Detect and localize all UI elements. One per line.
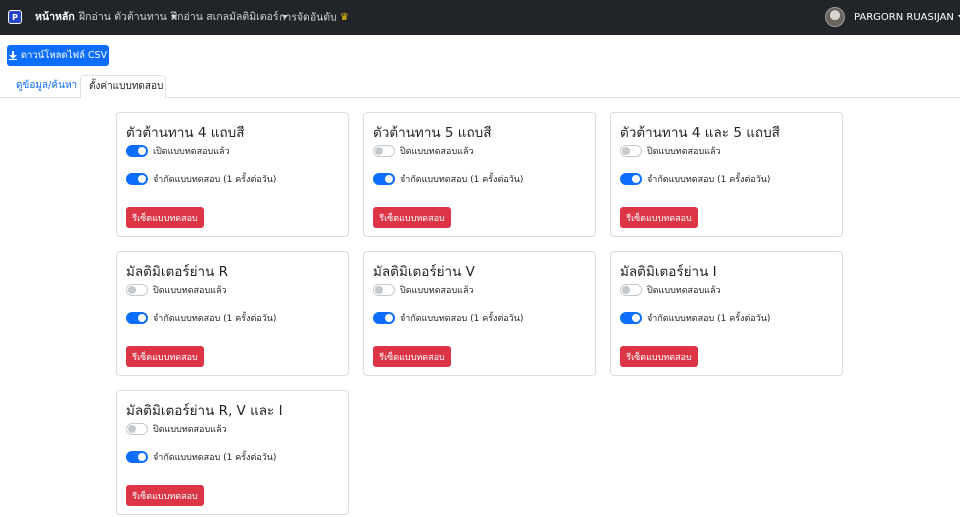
tab-bar: ดูข้อมูล/ค้นหา ตั้งค่าแบบทดสอบ [0, 75, 960, 99]
limit-test-label: จำกัดแบบทดสอบ (1 ครั้งต่อวัน) [153, 175, 277, 185]
enable-test-label: ปิดแบบทดสอบแล้ว [647, 286, 721, 296]
user-name-label: PARGORN RUASIJAN [854, 12, 954, 23]
reset-test-button[interactable]: รีเซ็ตแบบทดสอบ [126, 207, 204, 228]
reset-test-button[interactable]: รีเซ็ตแบบทดสอบ [373, 207, 451, 228]
reset-test-button[interactable]: รีเซ็ตแบบทดสอบ [620, 346, 698, 367]
limit-test-toggle[interactable] [126, 312, 148, 324]
enable-test-row: ปิดแบบทดสอบแล้ว [126, 283, 227, 297]
enable-test-row: ปิดแบบทดสอบแล้ว [373, 283, 474, 297]
nav-home-link[interactable]: หน้าหลัก [35, 0, 75, 35]
nav-multimeter-practice-label: ฝึกอ่าน สเกลมัลติมิเตอร์ [171, 11, 279, 23]
card-title: มัลติมิเตอร์ย่าน I [620, 264, 717, 280]
nav-resistor-practice-menu[interactable]: ฝึกอ่าน ตัวต้านทาน [79, 0, 177, 35]
download-icon [8, 51, 17, 60]
limit-test-row: จำกัดแบบทดสอบ (1 ครั้งต่อวัน) [620, 172, 770, 186]
enable-test-label: เปิดแบบทดสอบแล้ว [153, 147, 230, 157]
enable-test-toggle[interactable] [126, 145, 148, 157]
download-csv-button[interactable]: ดาวน์โหลดไฟล์ CSV [7, 45, 109, 66]
limit-test-row: จำกัดแบบทดสอบ (1 ครั้งต่อวัน) [126, 311, 276, 325]
nav-multimeter-practice-menu[interactable]: ฝึกอ่าน สเกลมัลติมิเตอร์ [171, 0, 289, 35]
limit-test-toggle[interactable] [373, 312, 395, 324]
limit-test-toggle[interactable] [373, 173, 395, 185]
limit-test-label: จำกัดแบบทดสอบ (1 ครั้งต่อวัน) [400, 175, 524, 185]
limit-test-row: จำกัดแบบทดสอบ (1 ครั้งต่อวัน) [126, 450, 276, 464]
enable-test-label: ปิดแบบทดสอบแล้ว [400, 286, 474, 296]
limit-test-label: จำกัดแบบทดสอบ (1 ครั้งต่อวัน) [647, 175, 771, 185]
download-csv-label: ดาวน์โหลดไฟล์ CSV [20, 50, 108, 61]
enable-test-toggle[interactable] [620, 145, 642, 157]
nav-ranking-link[interactable]: การจัดอันดับ ♛ [279, 0, 349, 35]
limit-test-label: จำกัดแบบทดสอบ (1 ครั้งต่อวัน) [647, 314, 771, 324]
test-card: มัลติมิเตอร์ย่าน V ปิดแบบทดสอบแล้ว จำกัด… [363, 251, 596, 376]
limit-test-label: จำกัดแบบทดสอบ (1 ครั้งต่อวัน) [153, 453, 277, 463]
card-title: ตัวต้านทาน 4 และ 5 แถบสี [620, 125, 780, 141]
card-title: มัลติมิเตอร์ย่าน R [126, 264, 228, 280]
enable-test-row: ปิดแบบทดสอบแล้ว [126, 422, 227, 436]
tab-view-search[interactable]: ดูข้อมูล/ค้นหา [8, 75, 85, 98]
limit-test-toggle[interactable] [620, 312, 642, 324]
brand-logo-icon[interactable]: P [8, 10, 22, 24]
limit-test-row: จำกัดแบบทดสอบ (1 ครั้งต่อวัน) [620, 311, 770, 325]
enable-test-toggle[interactable] [126, 284, 148, 296]
test-card: มัลติมิเตอร์ย่าน R ปิดแบบทดสอบแล้ว จำกัด… [116, 251, 349, 376]
test-card: ตัวต้านทาน 5 แถบสี ปิดแบบทดสอบแล้ว จำกัด… [363, 112, 596, 237]
enable-test-label: ปิดแบบทดสอบแล้ว [647, 147, 721, 157]
reset-test-button[interactable]: รีเซ็ตแบบทดสอบ [126, 346, 204, 367]
limit-test-row: จำกัดแบบทดสอบ (1 ครั้งต่อวัน) [126, 172, 276, 186]
test-card: ตัวต้านทาน 4 และ 5 แถบสี ปิดแบบทดสอบแล้ว… [610, 112, 843, 237]
top-navbar: P หน้าหลัก ฝึกอ่าน ตัวต้านทาน ฝึกอ่าน สเ… [0, 0, 960, 35]
test-card: ตัวต้านทาน 4 แถบสี เปิดแบบทดสอบแล้ว จำกั… [116, 112, 349, 237]
user-menu[interactable]: PARGORN RUASIJAN [854, 0, 960, 35]
enable-test-toggle[interactable] [373, 145, 395, 157]
card-title: มัลติมิเตอร์ย่าน R, V และ I [126, 403, 283, 419]
limit-test-label: จำกัดแบบทดสอบ (1 ครั้งต่อวัน) [400, 314, 524, 324]
limit-test-toggle[interactable] [620, 173, 642, 185]
limit-test-row: จำกัดแบบทดสอบ (1 ครั้งต่อวัน) [373, 311, 523, 325]
avatar[interactable] [825, 7, 845, 27]
card-title: ตัวต้านทาน 5 แถบสี [373, 125, 492, 141]
nav-ranking-label: การจัดอันดับ [279, 11, 337, 24]
enable-test-row: ปิดแบบทดสอบแล้ว [620, 283, 721, 297]
enable-test-row: ปิดแบบทดสอบแล้ว [620, 144, 721, 158]
test-card: มัลติมิเตอร์ย่าน R, V และ I ปิดแบบทดสอบแ… [116, 390, 349, 515]
nav-resistor-practice-label: ฝึกอ่าน ตัวต้านทาน [79, 11, 167, 23]
limit-test-row: จำกัดแบบทดสอบ (1 ครั้งต่อวัน) [373, 172, 523, 186]
enable-test-toggle[interactable] [620, 284, 642, 296]
crown-icon: ♛ [339, 12, 349, 23]
enable-test-toggle[interactable] [126, 423, 148, 435]
enable-test-label: ปิดแบบทดสอบแล้ว [400, 147, 474, 157]
enable-test-label: ปิดแบบทดสอบแล้ว [153, 286, 227, 296]
reset-test-button[interactable]: รีเซ็ตแบบทดสอบ [620, 207, 698, 228]
limit-test-label: จำกัดแบบทดสอบ (1 ครั้งต่อวัน) [153, 314, 277, 324]
limit-test-toggle[interactable] [126, 451, 148, 463]
tab-test-settings[interactable]: ตั้งค่าแบบทดสอบ [80, 75, 166, 99]
reset-test-button[interactable]: รีเซ็ตแบบทดสอบ [373, 346, 451, 367]
card-title: มัลติมิเตอร์ย่าน V [373, 264, 475, 280]
reset-test-button[interactable]: รีเซ็ตแบบทดสอบ [126, 485, 204, 506]
limit-test-toggle[interactable] [126, 173, 148, 185]
enable-test-row: ปิดแบบทดสอบแล้ว [373, 144, 474, 158]
enable-test-label: ปิดแบบทดสอบแล้ว [153, 425, 227, 435]
test-card: มัลติมิเตอร์ย่าน I ปิดแบบทดสอบแล้ว จำกัด… [610, 251, 843, 376]
enable-test-row: เปิดแบบทดสอบแล้ว [126, 144, 230, 158]
enable-test-toggle[interactable] [373, 284, 395, 296]
card-title: ตัวต้านทาน 4 แถบสี [126, 125, 245, 141]
